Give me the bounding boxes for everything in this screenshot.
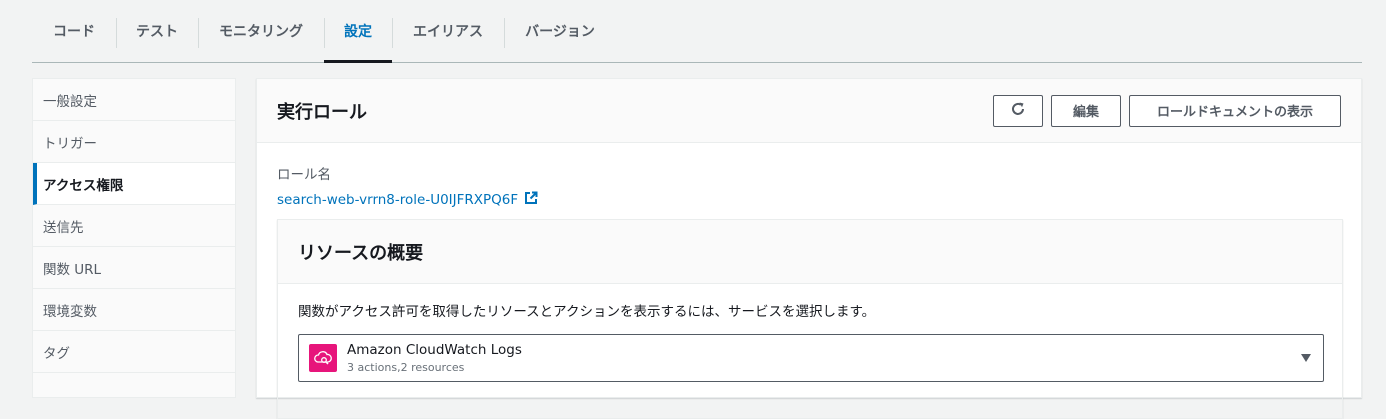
resource-summary-description: 関数がアクセス許可を取得したリソースとアクションを表示するには、サービスを選択し… — [298, 304, 876, 320]
tab-aliases[interactable]: エイリアス — [392, 0, 504, 62]
sidenav-item-function-url[interactable]: 関数 URL — [33, 247, 235, 289]
tab-settings[interactable]: 設定 — [324, 0, 392, 63]
sidenav-item-permissions[interactable]: アクセス権限 — [33, 163, 235, 205]
refresh-button[interactable] — [993, 94, 1043, 127]
execution-role-panel: 実行ロール 編集 ロールドキュメントの表示 ロール名 search-web-vr… — [256, 78, 1362, 419]
resource-summary-header: リソースの概要 — [278, 220, 1342, 284]
resource-summary: リソースの概要 関数がアクセス許可を取得したリソースとアクションを表示するには、… — [277, 219, 1343, 419]
role-name-label: ロール名 — [277, 167, 331, 183]
sidenav-item-env-vars[interactable]: 環境変数 — [33, 289, 235, 331]
sidenav-item-triggers[interactable]: トリガー — [33, 121, 235, 163]
sidenav-item-general[interactable]: 一般設定 — [33, 79, 235, 121]
execution-role-header: 実行ロール 編集 ロールドキュメントの表示 — [257, 79, 1361, 143]
external-link-icon — [524, 191, 538, 209]
function-tabs: コード テスト モニタリング 設定 エイリアス バージョン — [32, 0, 1362, 63]
view-role-document-button[interactable]: ロールドキュメントの表示 — [1129, 94, 1341, 127]
resource-summary-title: リソースの概要 — [298, 242, 424, 264]
edit-button[interactable]: 編集 — [1051, 94, 1121, 127]
sidenav-item-tags[interactable]: タグ — [33, 331, 235, 373]
tab-monitoring[interactable]: モニタリング — [198, 0, 324, 62]
selected-service-name: Amazon CloudWatch Logs — [347, 342, 522, 358]
role-name-text[interactable]: search-web-vrrn8-role-U0IJFRXPQ6F — [277, 192, 518, 208]
tab-test[interactable]: テスト — [116, 0, 198, 62]
role-name-link[interactable]: search-web-vrrn8-role-U0IJFRXPQ6F — [277, 191, 1341, 209]
service-select[interactable]: Amazon CloudWatch Logs 3 actions,2 resou… — [298, 334, 1324, 382]
sidenav-item-destinations[interactable]: 送信先 — [33, 205, 235, 247]
execution-role-title: 実行ロール — [277, 101, 367, 123]
selected-service-meta: 3 actions,2 resources — [347, 361, 465, 374]
tab-code[interactable]: コード — [32, 0, 116, 62]
tab-versions[interactable]: バージョン — [504, 0, 616, 62]
refresh-icon — [1010, 101, 1026, 121]
settings-sidenav: 一般設定 トリガー アクセス権限 送信先 関数 URL 環境変数 タグ — [32, 78, 236, 398]
cloudwatch-logs-icon — [309, 344, 337, 372]
caret-down-icon — [1301, 354, 1311, 362]
